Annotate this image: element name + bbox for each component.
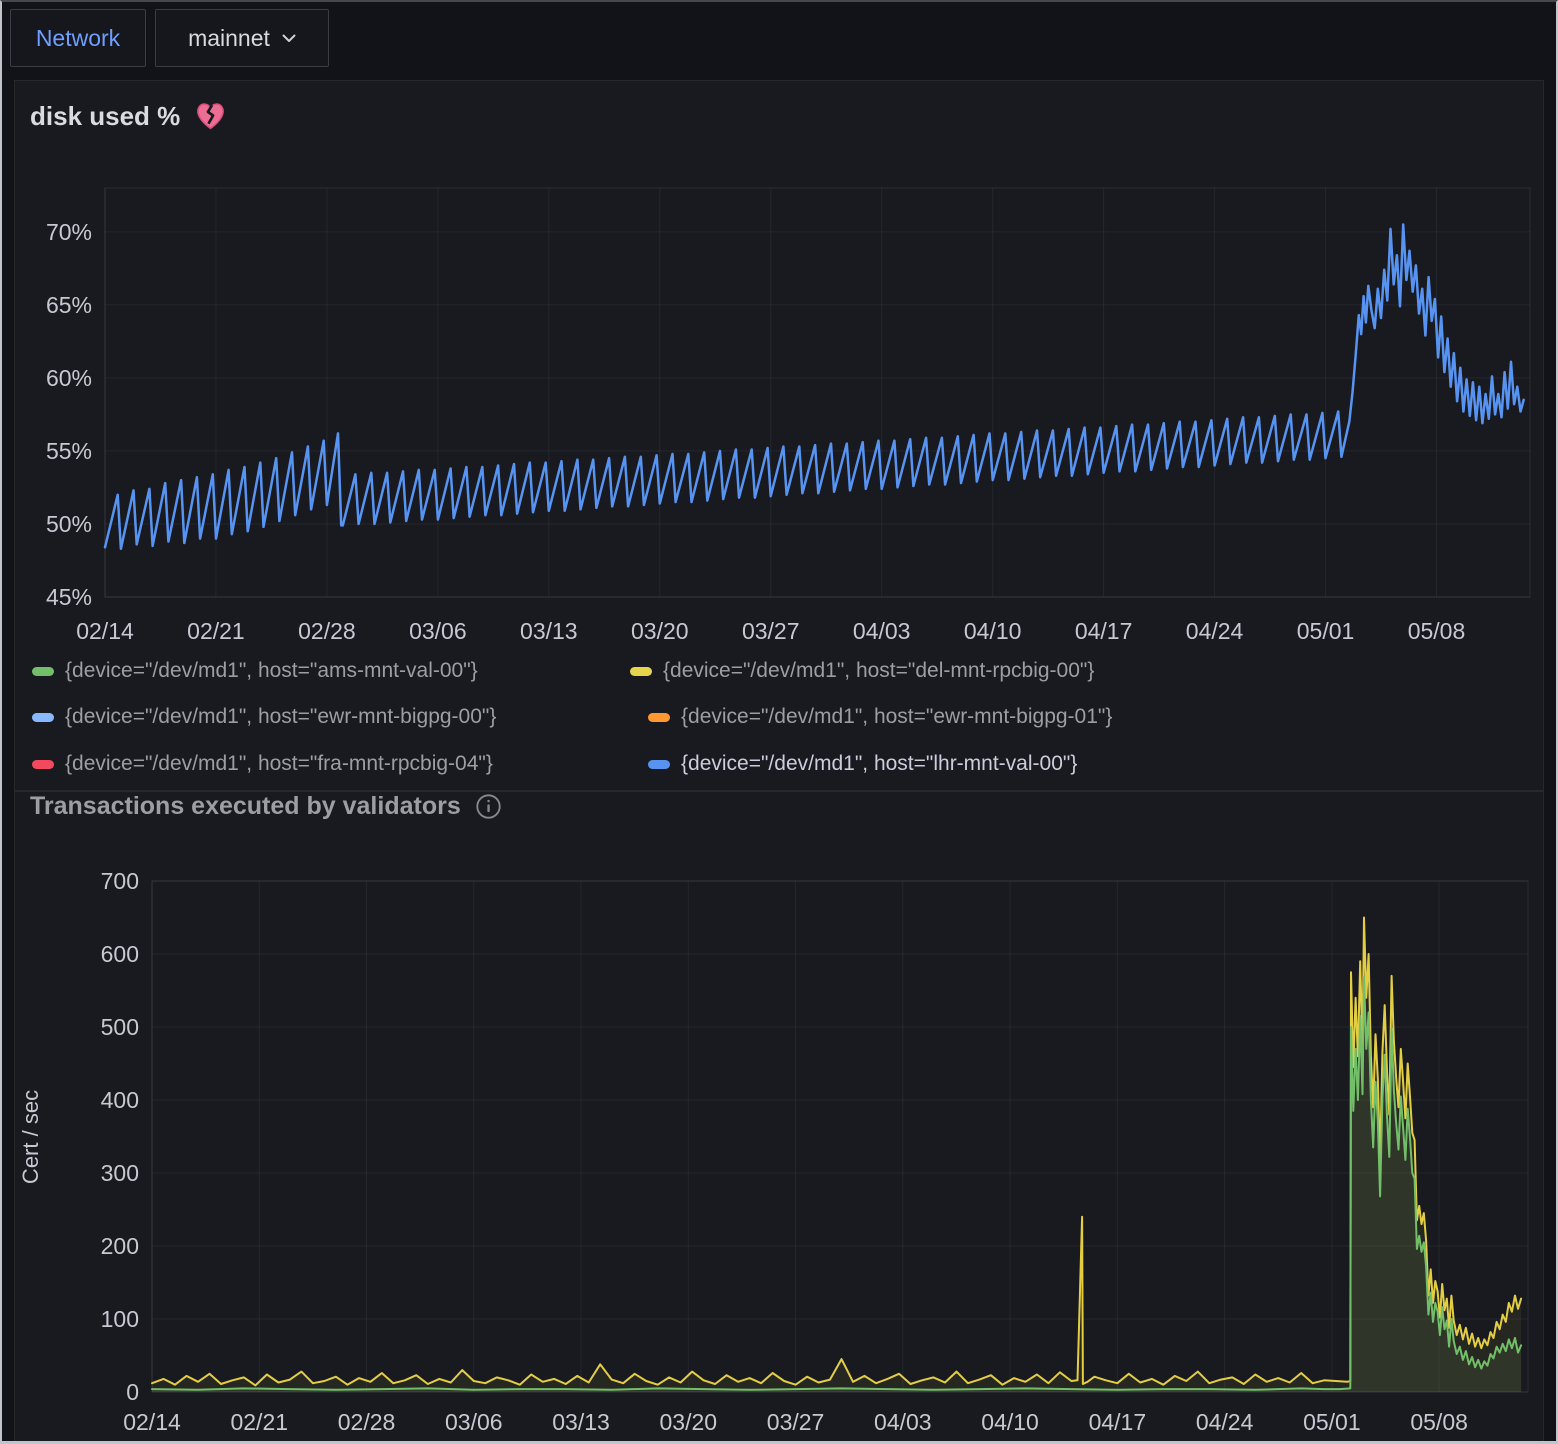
x-tick-label: 04/10 — [981, 1409, 1039, 1435]
chevron-down-icon — [282, 34, 296, 43]
x-tick-label: 04/03 — [874, 1409, 932, 1435]
legend-item[interactable]: {device="/dev/md1", host="fra-mnt-rpcbig… — [32, 752, 493, 776]
x-tick-label: 05/01 — [1303, 1409, 1361, 1435]
y-tick-label: 65% — [46, 292, 92, 318]
x-tick-label: 04/17 — [1089, 1409, 1147, 1435]
info-icon[interactable] — [475, 793, 502, 820]
x-tick-label: 03/06 — [445, 1409, 503, 1435]
x-tick-label: 05/01 — [1297, 618, 1355, 644]
x-tick-label: 04/10 — [964, 618, 1022, 644]
legend-swatch-icon — [630, 667, 652, 676]
legend-item[interactable]: {device="/dev/md1", host="ewr-mnt-bigpg-… — [32, 705, 496, 729]
panel-title-transactions[interactable]: Transactions executed by validators — [30, 792, 502, 821]
plot-border — [152, 881, 1528, 1392]
y-tick-label: 100 — [101, 1306, 139, 1332]
x-tick-label: 03/27 — [742, 618, 800, 644]
series-fill — [152, 977, 1521, 1392]
disk-used-chart[interactable]: 45% 50% 55% 60% 65% 70% 02/14 02/21 02/28 03/06 03… — [14, 180, 1544, 650]
y-tick-label: 45% — [46, 584, 92, 610]
x-tick-label: 04/24 — [1186, 618, 1244, 644]
series-line — [105, 225, 1524, 549]
x-tick-label: 03/06 — [409, 618, 467, 644]
y-axis-label: Cert / sec — [18, 1090, 43, 1184]
legend-label: {device="/dev/md1", host="ewr-mnt-bigpg-… — [681, 705, 1112, 729]
legend-item[interactable]: {device="/dev/md1", host="del-mnt-rpcbig… — [630, 659, 1094, 683]
y-tick-label: 0 — [126, 1379, 139, 1405]
x-tick-label: 03/20 — [660, 1409, 718, 1435]
x-tick-label: 04/24 — [1196, 1409, 1254, 1435]
legend-swatch-icon — [648, 713, 670, 722]
x-tick-label: 04/03 — [853, 618, 911, 644]
broken-heart-icon — [194, 100, 227, 132]
legend-label: {device="/dev/md1", host="fra-mnt-rpcbig… — [65, 752, 493, 776]
x-tick-label: 02/14 — [123, 1409, 181, 1435]
y-tick-label: 200 — [101, 1233, 139, 1259]
y-tick-label: 60% — [46, 365, 92, 391]
legend-label: {device="/dev/md1", host="ewr-mnt-bigpg-… — [65, 705, 496, 729]
x-tick-label: 02/14 — [76, 618, 134, 644]
y-tick-label: 400 — [101, 1087, 139, 1113]
y-tick-label: 600 — [101, 941, 139, 967]
y-tick-label: 500 — [101, 1014, 139, 1040]
x-tick-label: 03/13 — [552, 1409, 610, 1435]
network-label: Network — [36, 25, 120, 52]
panel1-title-text: disk used % — [30, 101, 180, 132]
series-fill — [152, 918, 1521, 1393]
network-value-dropdown[interactable]: mainnet — [155, 9, 329, 67]
x-tick-label: 02/21 — [187, 618, 245, 644]
transactions-chart[interactable]: 0 100 200 300 400 500 600 700 02/14 02/21 02/28 03/… — [14, 860, 1544, 1444]
series-line — [152, 918, 1521, 1386]
network-variable-label: Network — [10, 9, 146, 67]
x-tick-label: 02/28 — [338, 1409, 396, 1435]
network-value: mainnet — [188, 25, 270, 52]
legend-swatch-icon — [648, 760, 670, 769]
legend-item[interactable]: {device="/dev/md1", host="lhr-mnt-val-00… — [648, 752, 1077, 776]
y-tick-label: 50% — [46, 511, 92, 537]
x-tick-label: 05/08 — [1410, 1409, 1468, 1435]
y-tick-label: 700 — [101, 868, 139, 894]
legend-label: {device="/dev/md1", host="lhr-mnt-val-00… — [681, 752, 1077, 776]
x-tick-label: 04/17 — [1075, 618, 1133, 644]
x-tick-label: 03/13 — [520, 618, 578, 644]
x-tick-label: 03/20 — [631, 618, 689, 644]
x-tick-label: 02/21 — [230, 1409, 288, 1435]
legend-swatch-icon — [32, 760, 54, 769]
legend-swatch-icon — [32, 667, 54, 676]
y-tick-label: 55% — [46, 438, 92, 464]
legend-label: {device="/dev/md1", host="ams-mnt-val-00… — [65, 659, 478, 683]
legend-item[interactable]: {device="/dev/md1", host="ams-mnt-val-00… — [32, 659, 478, 683]
legend-item[interactable]: {device="/dev/md1", host="ewr-mnt-bigpg-… — [648, 705, 1112, 729]
x-tick-label: 02/28 — [298, 618, 356, 644]
plot-border — [105, 188, 1530, 597]
series-line — [152, 977, 1521, 1389]
legend-swatch-icon — [32, 713, 54, 722]
panel2-title-text: Transactions executed by validators — [30, 792, 461, 821]
y-tick-label: 70% — [46, 219, 92, 245]
x-tick-label: 03/27 — [767, 1409, 825, 1435]
panel-title-disk-used[interactable]: disk used % — [30, 100, 227, 132]
legend-label: {device="/dev/md1", host="del-mnt-rpcbig… — [663, 659, 1094, 683]
y-tick-label: 300 — [101, 1160, 139, 1186]
x-tick-label: 05/08 — [1408, 618, 1466, 644]
